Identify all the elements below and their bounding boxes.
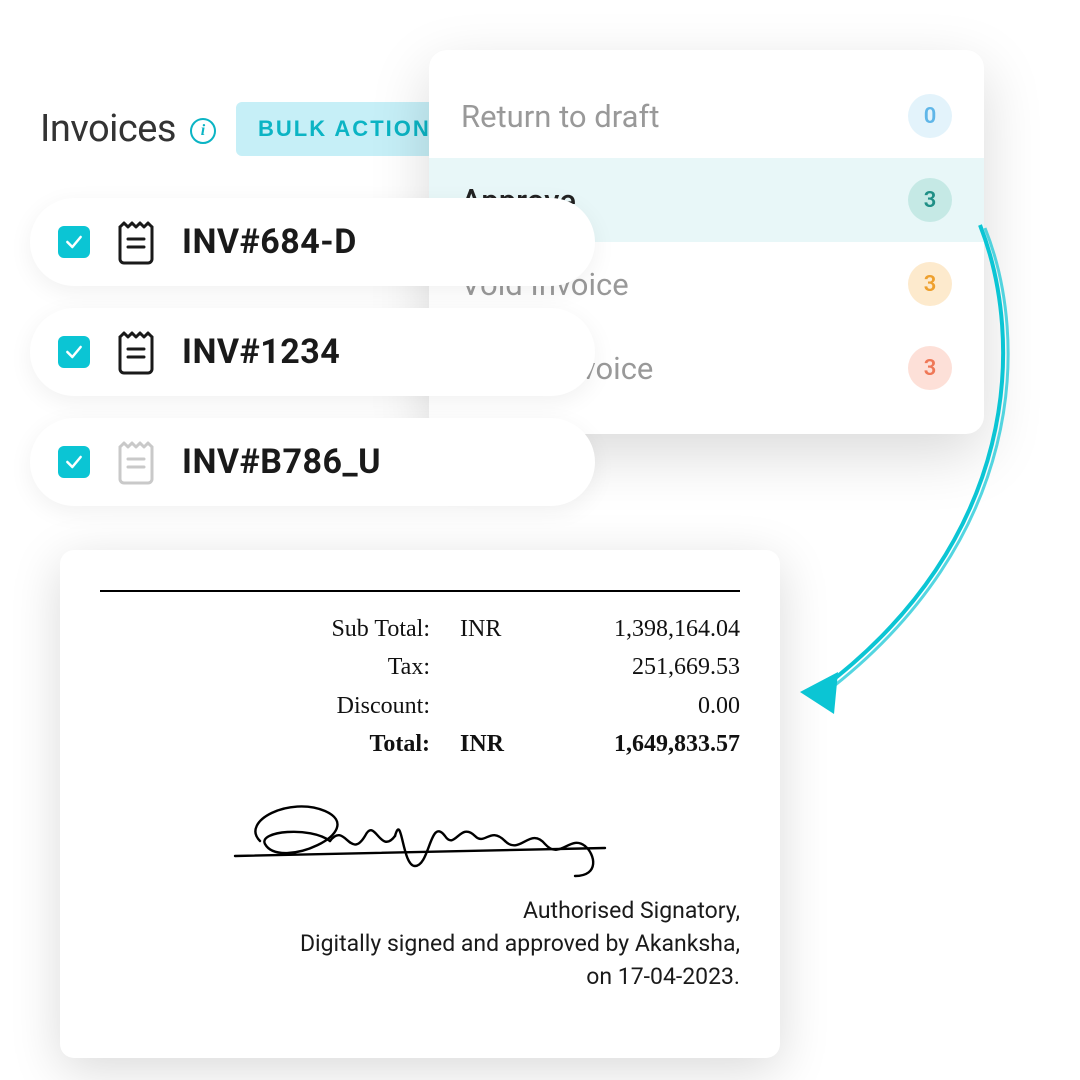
- invoice-list: INV#684-D INV#1234 INV#B786_U: [30, 198, 595, 506]
- receipt-label: Discount:: [100, 687, 460, 725]
- receipt-icon: [116, 439, 156, 485]
- page-title: Invoices: [40, 107, 176, 151]
- info-icon[interactable]: i: [190, 118, 216, 144]
- invoice-number: INV#684-D: [182, 222, 357, 262]
- checkbox-checked-icon[interactable]: [58, 336, 90, 368]
- count-badge: 3: [908, 262, 952, 306]
- receipt-row-total: Total: INR 1,649,833.57: [100, 725, 740, 763]
- checkbox-checked-icon[interactable]: [58, 226, 90, 258]
- receipt-value: 251,669.53: [530, 648, 740, 686]
- checkbox-checked-icon[interactable]: [58, 446, 90, 478]
- receipt-value: 0.00: [530, 687, 740, 725]
- receipt-totals: Sub Total: INR 1,398,164.04 Tax: 251,669…: [100, 610, 740, 764]
- receipt-icon: [116, 329, 156, 375]
- signature-line: on 17-04-2023.: [100, 960, 740, 993]
- invoice-number: INV#1234: [182, 332, 340, 372]
- receipt-row-subtotal: Sub Total: INR 1,398,164.04: [100, 610, 740, 648]
- receipt-icon: [116, 219, 156, 265]
- receipt-row-discount: Discount: 0.00: [100, 687, 740, 725]
- count-badge: 3: [908, 178, 952, 222]
- receipt-value: 1,649,833.57: [530, 725, 740, 763]
- receipt-currency: [460, 687, 530, 725]
- receipt-row-tax: Tax: 251,669.53: [100, 648, 740, 686]
- signature-text: Authorised Signatory, Digitally signed a…: [100, 894, 740, 994]
- receipt-currency: [460, 648, 530, 686]
- bulk-actions-label: BULK ACTIONS: [258, 116, 447, 142]
- receipt-currency: INR: [460, 610, 530, 648]
- menu-item-return-to-draft[interactable]: Return to draft 0: [429, 74, 984, 158]
- receipt-value: 1,398,164.04: [530, 610, 740, 648]
- count-badge: 3: [908, 346, 952, 390]
- signature-line: Digitally signed and approved by Akanksh…: [100, 927, 740, 960]
- page-header: Invoices i BULK ACTIONS ❯: [40, 102, 496, 156]
- receipt-label: Sub Total:: [100, 610, 460, 648]
- invoice-row[interactable]: INV#684-D: [30, 198, 595, 286]
- invoice-row[interactable]: INV#1234: [30, 308, 595, 396]
- receipt-currency: INR: [460, 725, 530, 763]
- invoice-number: INV#B786_U: [182, 442, 381, 482]
- signature-icon: [230, 786, 610, 886]
- invoice-row[interactable]: INV#B786_U: [30, 418, 595, 506]
- count-badge: 0: [908, 94, 952, 138]
- invoice-receipt-preview: Sub Total: INR 1,398,164.04 Tax: 251,669…: [60, 550, 780, 1058]
- menu-item-label: Return to draft: [461, 98, 659, 135]
- signature-line: Authorised Signatory,: [100, 894, 740, 927]
- signature: [100, 786, 740, 890]
- divider: [100, 590, 740, 592]
- receipt-label: Tax:: [100, 648, 460, 686]
- receipt-label: Total:: [100, 725, 460, 763]
